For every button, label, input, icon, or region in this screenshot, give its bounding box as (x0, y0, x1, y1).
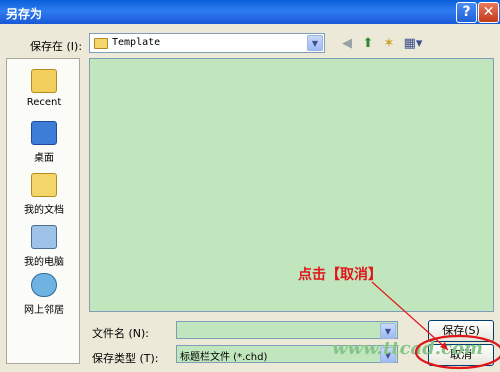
place-label: Recent (26, 97, 62, 108)
place-label: 桌面 (34, 153, 54, 164)
file-name-input[interactable]: ▼ (176, 321, 398, 339)
file-type-value: 标题栏文件 (*.chd) (180, 352, 268, 363)
help-button[interactable]: ? (456, 2, 477, 23)
file-name-label: 文件名 (N): (92, 327, 150, 340)
save-in-value: Template (112, 37, 161, 48)
folder-icon (94, 38, 108, 49)
file-list[interactable] (89, 58, 494, 312)
place-network[interactable]: 网上邻居 (7, 273, 81, 316)
chevron-down-icon[interactable]: ▼ (307, 35, 323, 51)
place-desktop[interactable]: 桌面 (7, 121, 81, 164)
watermark-text: www.ttcad.com (332, 338, 484, 359)
save-in-label: 保存在 (I): (30, 40, 83, 53)
desktop-icon (31, 121, 57, 145)
annotation-label: 点击【取消】 (298, 267, 382, 283)
my-documents-icon (31, 173, 57, 197)
place-label: 我的电脑 (24, 257, 64, 268)
views-menu-icon[interactable]: ▦▾ (402, 36, 424, 52)
up-folder-icon[interactable]: ⬆ (360, 36, 376, 52)
place-recent[interactable]: Recent (7, 69, 81, 108)
save-in-combobox[interactable]: Template ▼ (89, 33, 325, 53)
place-my-computer[interactable]: 我的电脑 (7, 225, 81, 268)
close-button[interactable]: ✕ (478, 2, 499, 23)
new-folder-icon[interactable]: ✶ (381, 36, 397, 52)
title-bar: 另存为 ? ✕ (0, 0, 500, 24)
recent-icon (31, 69, 57, 93)
chevron-down-icon[interactable]: ▼ (380, 323, 396, 339)
back-icon[interactable]: ◀ (339, 36, 355, 52)
places-bar: Recent 桌面 我的文档 我的电脑 网上邻居 (6, 58, 80, 364)
my-computer-icon (31, 225, 57, 249)
place-my-documents[interactable]: 我的文档 (7, 173, 81, 216)
place-label: 我的文档 (24, 205, 64, 216)
window-title: 另存为 (6, 7, 43, 21)
network-places-icon (31, 273, 57, 297)
file-type-label: 保存类型 (T): (92, 352, 159, 365)
place-label: 网上邻居 (24, 305, 64, 316)
